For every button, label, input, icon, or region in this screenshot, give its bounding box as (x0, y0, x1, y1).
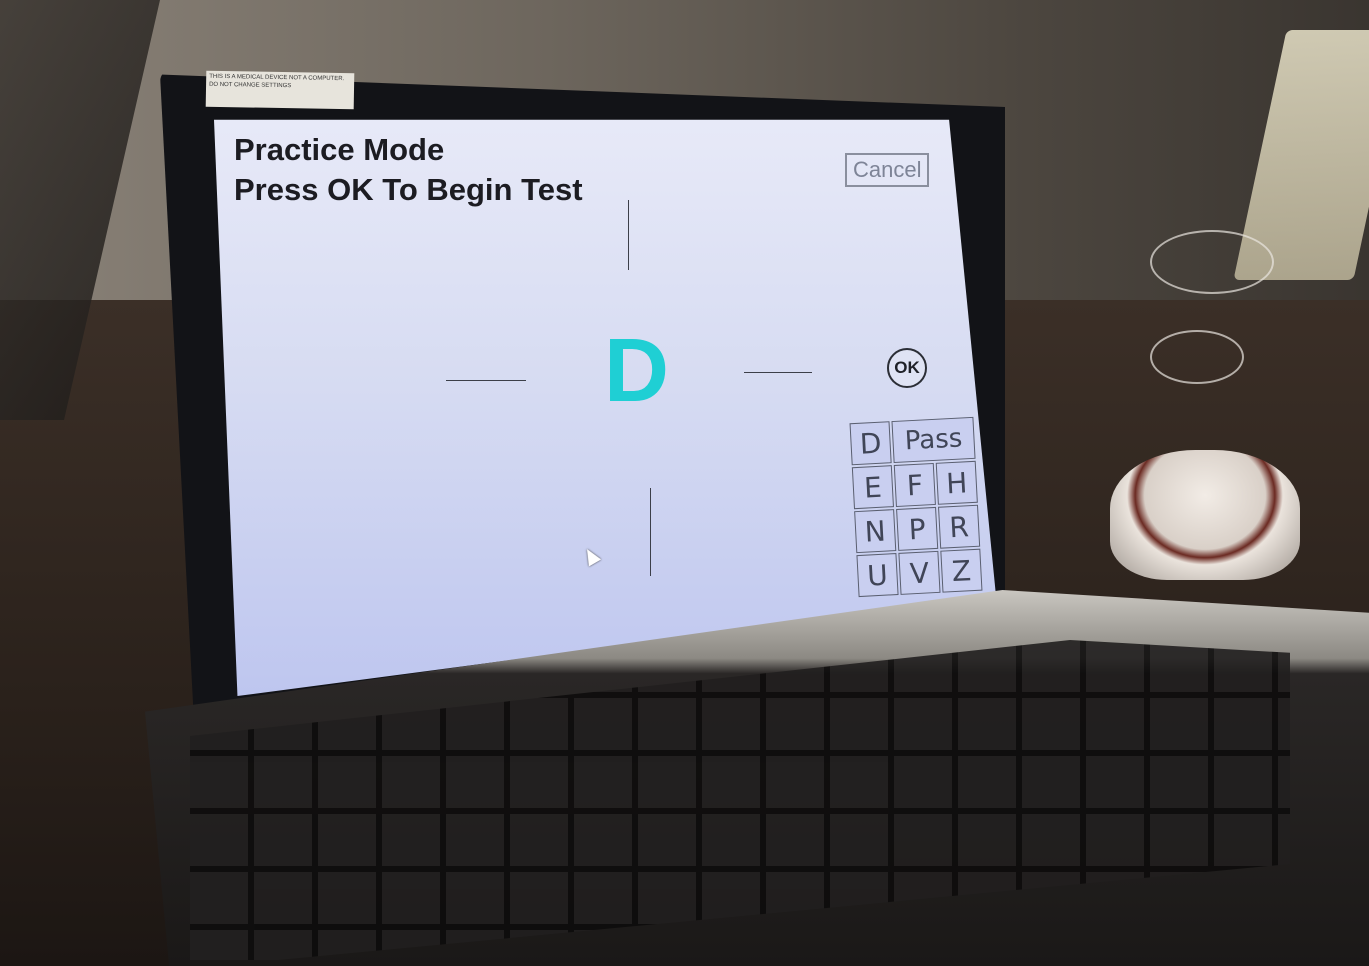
letter-key-n[interactable]: N (854, 509, 897, 554)
optotype-letter: D (604, 321, 669, 421)
mouse-cursor-icon (580, 545, 602, 567)
letter-key-f[interactable]: F (893, 462, 936, 507)
letter-key-h[interactable]: H (935, 460, 978, 505)
instruction-text: Press OK To Begin Test (234, 172, 583, 207)
peripheral-device (1110, 450, 1300, 580)
letter-key-u[interactable]: U (856, 553, 899, 598)
mode-title: Practice Mode (234, 132, 445, 167)
cable (1150, 330, 1244, 384)
photo-scene: THIS IS A MEDICAL DEVICE NOT A COMPUTER.… (0, 0, 1369, 966)
ok-button[interactable]: OK (887, 348, 927, 388)
warning-sticker: THIS IS A MEDICAL DEVICE NOT A COMPUTER.… (205, 70, 355, 110)
letter-key-z[interactable]: Z (940, 548, 983, 593)
letter-keypad: D Pass E F H N P R U V Z (849, 416, 983, 598)
cable (1150, 230, 1274, 294)
letter-key-p[interactable]: P (896, 506, 939, 551)
letter-key-r[interactable]: R (938, 504, 981, 549)
crosshair-bottom (650, 488, 651, 576)
letter-key-d[interactable]: D (849, 421, 892, 466)
letter-key-v[interactable]: V (898, 550, 941, 595)
cancel-button[interactable]: Cancel (845, 153, 930, 187)
crosshair-top (628, 200, 629, 270)
pass-key[interactable]: Pass (891, 416, 976, 464)
crosshair-right (744, 372, 812, 373)
letter-key-e[interactable]: E (851, 465, 894, 510)
crosshair-left (446, 380, 526, 381)
